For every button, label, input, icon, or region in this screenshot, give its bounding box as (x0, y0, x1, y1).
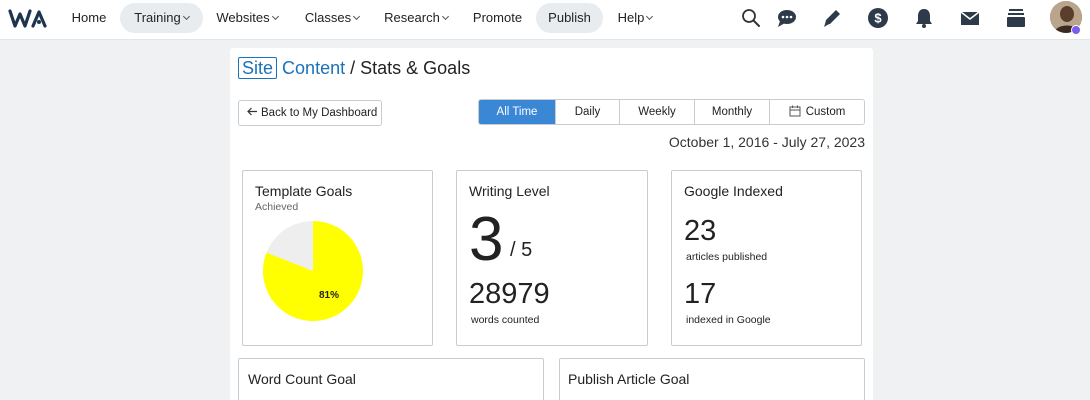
calendar-icon (789, 105, 801, 117)
nav-home-label: Home (71, 10, 107, 25)
google-indexed-title: Google Indexed (684, 183, 783, 199)
articles-published-label: articles published (686, 251, 768, 263)
words-counted-value: 28979 (469, 278, 550, 310)
svg-text:$: $ (874, 11, 882, 26)
breadcrumb-separator: / (350, 58, 356, 78)
breadcrumb: Site Content / Stats & Goals (238, 57, 471, 79)
chevron-down-icon (441, 12, 449, 21)
articles-published-value: 23 (684, 215, 717, 247)
nav-training[interactable]: Training (120, 3, 203, 33)
range-monthly-label: Monthly (711, 106, 753, 118)
range-all-time[interactable]: All Time (479, 100, 556, 124)
nav-training-label: Training (134, 10, 181, 25)
writing-level-value: 3 (469, 205, 504, 274)
chat-icon[interactable] (775, 7, 797, 29)
wa-logo-icon[interactable] (8, 6, 50, 32)
date-range-label: October 1, 2016 - July 27, 2023 (668, 134, 865, 150)
range-monthly[interactable]: Monthly (695, 100, 770, 124)
indexed-value: 17 (684, 278, 717, 310)
word-count-goal-title: Word Count Goal (248, 371, 356, 387)
range-custom-label: Custom (805, 106, 846, 118)
back-to-dashboard-button[interactable]: Back to My Dashboard (238, 100, 382, 126)
inbox-icon[interactable] (1005, 7, 1027, 29)
nav-classes-label: Classes (304, 10, 352, 25)
nav-websites[interactable]: Websites (207, 3, 287, 33)
nav-promote[interactable]: Promote (465, 3, 530, 33)
nav-promote-label: Promote (472, 10, 523, 25)
words-counted-label: words counted (471, 314, 540, 326)
pencil-icon[interactable] (821, 7, 843, 29)
range-all-time-label: All Time (496, 106, 538, 118)
template-goals-pie-chart: 81% (262, 221, 363, 321)
writing-level-card: Writing Level 3 / 5 28979 words counted (456, 170, 648, 346)
range-daily-label: Daily (574, 106, 601, 118)
chevron-down-icon (182, 12, 190, 21)
breadcrumb-content[interactable]: Content (282, 58, 345, 78)
mail-icon[interactable] (959, 7, 981, 29)
range-weekly[interactable]: Weekly (620, 100, 695, 124)
nav-classes[interactable]: Classes (297, 3, 367, 33)
template-goals-subtitle: Achieved (255, 201, 299, 213)
nav-research-label: Research (384, 10, 440, 25)
bell-icon[interactable] (913, 7, 935, 29)
stats-panel: Site Content / Stats & Goals Back to My … (230, 48, 873, 400)
top-navigation: Home Training Websites Classes Research … (0, 0, 1090, 40)
range-daily[interactable]: Daily (556, 100, 620, 124)
page-title: Stats & Goals (360, 58, 471, 78)
range-custom[interactable]: Custom (770, 100, 864, 124)
nav-publish-label: Publish (548, 10, 591, 25)
nav-home[interactable]: Home (64, 3, 114, 33)
template-goals-title: Template Goals (255, 183, 353, 199)
word-count-goal-card: Word Count Goal (238, 358, 544, 400)
publish-article-goal-card: Publish Article Goal (559, 358, 865, 400)
range-weekly-label: Weekly (638, 106, 676, 118)
google-indexed-card: Google Indexed 23 articles published 17 … (671, 170, 862, 346)
indexed-label: indexed in Google (686, 314, 771, 326)
chevron-down-icon (353, 12, 361, 21)
writing-level-max: / 5 (510, 239, 533, 261)
chevron-down-icon (271, 12, 279, 21)
back-button-label: Back to My Dashboard (261, 107, 378, 119)
time-range-selector: All Time Daily Weekly Monthly Custom (478, 99, 865, 125)
template-goals-card: Template Goals Achieved 81% (242, 170, 433, 346)
nav-research[interactable]: Research (376, 3, 456, 33)
nav-help[interactable]: Help (608, 3, 662, 33)
dollar-icon[interactable]: $ (867, 7, 889, 29)
breadcrumb-site[interactable]: Site (238, 57, 278, 79)
nav-publish[interactable]: Publish (536, 3, 603, 33)
arrow-left-icon (247, 107, 257, 116)
pie-percent-label: 81% (319, 290, 339, 301)
writing-level-title: Writing Level (469, 183, 550, 199)
search-icon[interactable] (740, 7, 762, 29)
diamond-badge-icon (1071, 25, 1081, 35)
nav-websites-label: Websites (216, 10, 270, 25)
nav-help-label: Help (617, 10, 645, 25)
publish-article-goal-title: Publish Article Goal (568, 371, 690, 387)
chevron-down-icon (646, 12, 654, 21)
